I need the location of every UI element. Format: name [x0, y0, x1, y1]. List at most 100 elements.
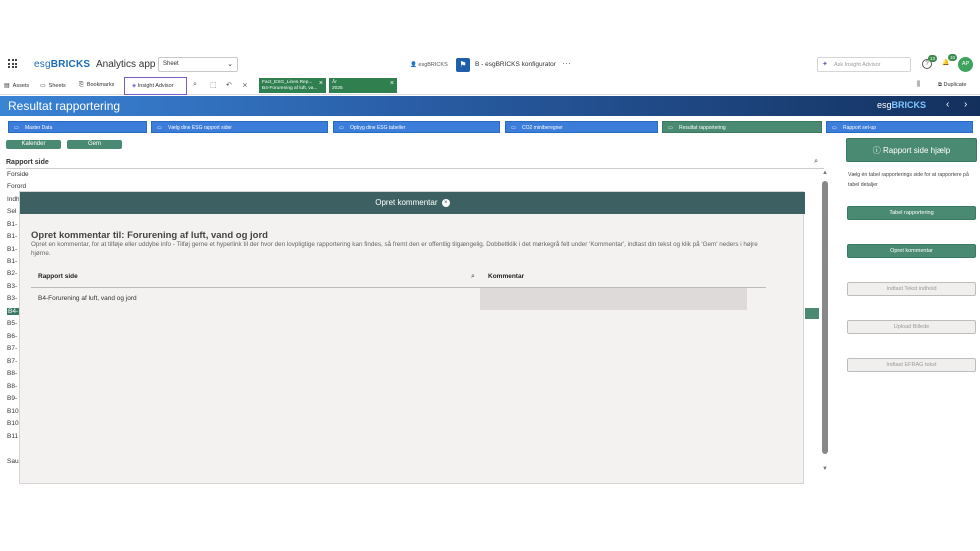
- table-row-label: B4-Forurening af luft, vand og jord: [38, 295, 137, 302]
- more-options-icon[interactable]: ···: [562, 58, 571, 68]
- page-title: Resultat rapportering: [8, 99, 121, 113]
- scroll-up-icon[interactable]: ▲: [822, 170, 828, 176]
- list-item[interactable]: B4-: [7, 308, 20, 315]
- list-item[interactable]: B10: [7, 408, 19, 415]
- sheets-button[interactable]: ▭ Sheets: [40, 82, 66, 89]
- next-sheet-icon[interactable]: ›: [964, 99, 967, 110]
- nav-master-data[interactable]: ▭ Master Data: [8, 121, 147, 133]
- list-item[interactable]: B1-: [7, 258, 17, 265]
- selection-chip-rapport[interactable]: Fact_ESG_Lines.Rep... B4-Forurening af l…: [259, 78, 326, 93]
- list-item[interactable]: B7-: [7, 345, 17, 352]
- sheet-icon: ▭: [511, 124, 516, 131]
- list-item[interactable]: B1-: [7, 246, 17, 253]
- nav-co2-miniberegner[interactable]: ▭ CO2 miniberegner: [505, 121, 658, 133]
- chevron-down-icon: ⌄: [227, 61, 233, 68]
- bookmark-icon: ⎘: [79, 82, 84, 88]
- list-item[interactable]: B5-: [7, 320, 17, 327]
- lasso-icon[interactable]: ⬚: [210, 81, 217, 89]
- app-name: Analytics app: [96, 59, 156, 70]
- list-item[interactable]: B7-: [7, 358, 17, 365]
- nav-esg-tabeller[interactable]: ▭ Opbyg dine ESG tabeller: [333, 121, 500, 133]
- list-item[interactable]: B2-: [7, 270, 17, 277]
- nav-resultat-rapportering[interactable]: ▭ Resultat rapportering: [662, 121, 822, 133]
- toolbar: ▤ Assets ▭ Sheets ⎘ Bookmarks ◈ Insight Adv…: [0, 77, 980, 95]
- clear-selections-icon[interactable]: ⨯: [242, 81, 248, 89]
- list-item[interactable]: Sel: [7, 208, 16, 215]
- assets-button[interactable]: ▤ Assets: [4, 82, 29, 89]
- sheets-icon: ▭: [40, 83, 46, 89]
- modal-header: Opret kommentar ×: [20, 192, 805, 214]
- insight-advisor-button[interactable]: ◈ Insight Advisor: [124, 77, 187, 95]
- duplicate-icon: ⧉: [938, 82, 942, 88]
- page-banner: Resultat rapportering esgBRICKS ‹ ›: [0, 96, 980, 116]
- assets-icon: ▤: [4, 83, 10, 89]
- sheet-icon: ▭: [14, 124, 19, 131]
- chart-icon[interactable]: ⫼: [917, 81, 920, 89]
- tabel-rapportering-button[interactable]: Tabel rapportering: [847, 206, 976, 220]
- sheet-icon: ▭: [668, 124, 673, 131]
- sheet-icon: ▭: [339, 124, 344, 131]
- ask-insight-input[interactable]: ✦ Ask Insight Advisor: [817, 57, 911, 72]
- bell-icon[interactable]: 🔔 10: [941, 54, 957, 69]
- search-icon[interactable]: ⌕: [814, 158, 818, 166]
- esgbricks-logo: esgBRICKS: [34, 59, 91, 70]
- help-text: Vælg én tabel rapporterings side for at …: [848, 172, 969, 188]
- help-icon[interactable]: ? 13: [922, 55, 937, 69]
- list-item[interactable]: B6-: [7, 333, 17, 340]
- rapport-help-button[interactable]: ⓘ Rapport side hjælp: [846, 138, 977, 162]
- list-item[interactable]: Forord: [7, 183, 26, 190]
- selection-chip-year[interactable]: År 2025 ×: [329, 78, 397, 93]
- list-item[interactable]: B1-: [7, 233, 17, 240]
- insight-icon: ◈: [132, 83, 137, 89]
- user-label: 👤 esgBRICKS: [410, 62, 448, 68]
- avatar[interactable]: AP: [958, 57, 973, 72]
- list-item[interactable]: B3-: [7, 283, 17, 290]
- publisher-title: B - esgBRICKS konfigurator: [475, 61, 556, 68]
- comment-input-cell[interactable]: [480, 288, 747, 310]
- previous-sheet-icon[interactable]: ‹: [946, 99, 949, 110]
- step-back-icon[interactable]: ↶: [226, 81, 232, 89]
- nav-rapport-sider[interactable]: ▭ Vælg dine ESG rapport sider: [151, 121, 328, 133]
- gem-button[interactable]: Gem: [67, 140, 122, 149]
- opret-kommentar-button[interactable]: Opret kommentar: [847, 244, 976, 258]
- list-item[interactable]: B8-: [7, 383, 17, 390]
- list-item[interactable]: Indh: [7, 196, 20, 203]
- upload-billede-button[interactable]: Upload Billede: [847, 320, 976, 334]
- banner-logo: esgBRICKS: [877, 100, 927, 110]
- list-header: Rapport side ⌕: [6, 157, 824, 169]
- nav-rapport-setup[interactable]: ▭ Rapport set-up: [826, 121, 973, 133]
- list-item[interactable]: B10: [7, 420, 19, 427]
- sheet-icon: ▭: [832, 124, 837, 131]
- selected-row-marker: [805, 308, 819, 319]
- scroll-down-icon[interactable]: ▼: [822, 466, 828, 472]
- publisher-icon: ⚑: [456, 58, 470, 72]
- scrollbar[interactable]: [822, 181, 828, 454]
- list-item[interactable]: B3-: [7, 295, 17, 302]
- list-item[interactable]: B8-: [7, 370, 17, 377]
- close-icon[interactable]: ×: [319, 80, 323, 86]
- efrag-tekst-button[interactable]: Indtast EFRAG tekst: [847, 358, 976, 372]
- indtast-tekst-button[interactable]: Indtast Tekst indhold: [847, 282, 976, 296]
- smart-search-icon[interactable]: ⌕: [193, 81, 197, 89]
- close-icon[interactable]: ×: [390, 80, 394, 86]
- list-item[interactable]: B1-: [7, 221, 17, 228]
- close-icon[interactable]: ×: [441, 198, 450, 207]
- apps-grid-icon[interactable]: [8, 59, 17, 68]
- search-icon[interactable]: ⌕: [471, 273, 475, 281]
- list-item[interactable]: B9-: [7, 395, 17, 402]
- sheet-select[interactable]: Sheet ⌄: [158, 57, 238, 72]
- list-item[interactable]: B11: [7, 433, 18, 440]
- duplicate-button[interactable]: ⧉ Duplicate: [938, 82, 966, 89]
- kalender-button[interactable]: Kalender: [6, 140, 61, 149]
- list-item[interactable]: Sau: [7, 458, 19, 465]
- comment-modal: Opret kommentar × Opret kommentar til: F…: [19, 191, 805, 484]
- sparkle-icon: ✦: [822, 61, 828, 68]
- sheet-icon: ▭: [157, 124, 162, 131]
- modal-title: Opret kommentar til: Forurening af luft,…: [31, 230, 268, 241]
- notification-badge: 13: [927, 55, 937, 62]
- bookmarks-button[interactable]: ⎘ Bookmarks: [79, 82, 114, 89]
- column-header-rapport: Rapport side: [38, 273, 78, 280]
- modal-description: Opret en kommentar, for at tilføje eller…: [31, 241, 758, 257]
- list-item[interactable]: Forside: [7, 171, 29, 178]
- notification-badge: 10: [947, 54, 957, 61]
